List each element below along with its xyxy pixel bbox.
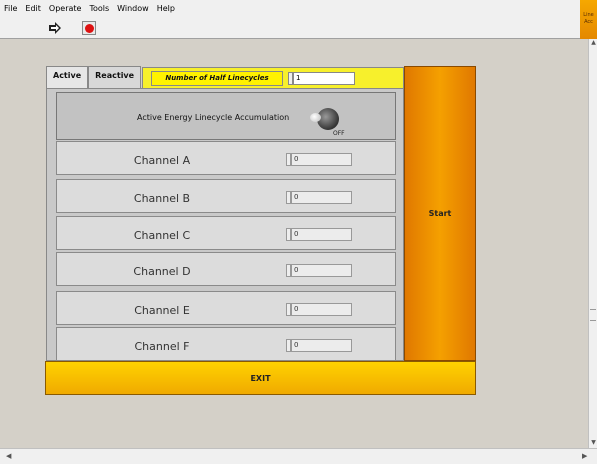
channel-value: 0 (291, 191, 352, 204)
channel-label: Channel C (133, 229, 191, 242)
menu-edit[interactable]: Edit (25, 4, 41, 13)
channel-value: 0 (291, 264, 352, 277)
accumulation-section: Active Energy Linecycle Accumulation OFF (56, 92, 396, 140)
channel-label: Channel B (133, 192, 191, 205)
accumulation-toggle-switch[interactable] (310, 108, 339, 130)
menu-tools[interactable]: Tools (89, 4, 109, 13)
channel-row-c: Channel C 0 (56, 216, 396, 250)
tab-reactive[interactable]: Reactive (88, 66, 142, 88)
menu-window[interactable]: Window (117, 4, 149, 13)
tab-bar: Active Reactive (46, 66, 142, 89)
half-linecycles-control: Number of Half Linecycles 1 (142, 67, 404, 89)
channel-row-a: Channel A 0 (56, 141, 396, 175)
channel-label: Channel F (134, 340, 190, 353)
scroll-right-icon[interactable]: ▶ (582, 452, 587, 460)
scroll-grip[interactable] (590, 309, 596, 321)
channel-value: 0 (291, 228, 352, 241)
scroll-up-icon[interactable]: ▲ (590, 39, 597, 48)
channel-label: Channel E (134, 304, 190, 317)
channel-value: 0 (291, 153, 352, 166)
channel-row-d: Channel D 0 (56, 252, 396, 286)
channel-label: Channel A (133, 154, 191, 167)
menu-operate[interactable]: Operate (49, 4, 82, 13)
vertical-scrollbar[interactable]: ▲ ▼ (588, 39, 597, 448)
horizontal-scrollbar[interactable]: ◀ ▶ (0, 448, 597, 464)
channel-label: Channel D (133, 265, 191, 278)
tab-content: Active Energy Linecycle Accumulation OFF… (46, 88, 404, 361)
run-arrow-icon[interactable] (48, 22, 62, 34)
abort-button[interactable] (82, 21, 96, 35)
menu-bar: File Edit Operate Tools Window Help (0, 0, 580, 17)
scroll-down-icon[interactable]: ▼ (590, 439, 597, 448)
stop-icon (84, 23, 94, 33)
menu-file[interactable]: File (4, 4, 17, 13)
tab-active[interactable]: Active (46, 66, 89, 89)
channel-row-b: Channel B 0 (56, 179, 396, 213)
half-linecycles-label: Number of Half Linecycles (151, 71, 283, 86)
scroll-left-icon[interactable]: ◀ (6, 452, 11, 460)
menu-help[interactable]: Help (157, 4, 175, 13)
vi-icon: Line Acc (580, 0, 597, 39)
start-button[interactable]: Start (404, 66, 476, 361)
vi-icon-line1: Line (583, 12, 594, 18)
exit-button[interactable]: EXIT (45, 361, 476, 395)
channel-value: 0 (291, 339, 352, 352)
accumulation-label: Active Energy Linecycle Accumulation (137, 113, 290, 122)
toggle-state-label: OFF (333, 130, 345, 137)
vi-icon-line2: Acc (584, 19, 593, 25)
channel-row-f: Channel F 0 (56, 327, 396, 361)
toolbar (0, 17, 580, 39)
channel-row-e: Channel E 0 (56, 291, 396, 325)
channel-value: 0 (291, 303, 352, 316)
half-linecycles-input[interactable]: 1 (293, 72, 355, 85)
